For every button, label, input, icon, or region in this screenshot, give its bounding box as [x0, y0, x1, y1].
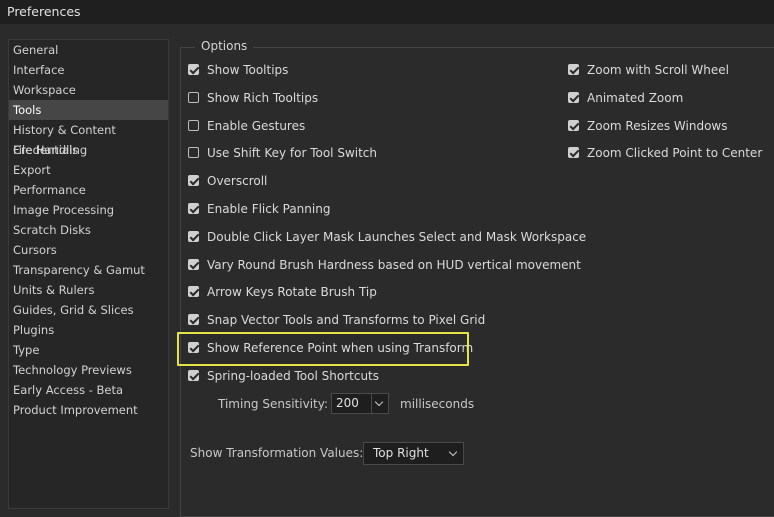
checkbox-label[interactable]: Show Rich Tooltips: [207, 89, 318, 107]
checkbox-checked-icon[interactable]: [568, 64, 579, 75]
checkbox-checked-icon[interactable]: [568, 147, 579, 159]
chevron-down-icon: [448, 447, 458, 457]
sidebar-item-file-handling[interactable]: File Handling: [9, 140, 168, 160]
checkbox-checked-icon[interactable]: [188, 203, 199, 214]
sidebar-item-cursors[interactable]: Cursors: [9, 240, 168, 260]
sidebar-item-scratch-disks[interactable]: Scratch Disks: [9, 220, 168, 240]
options-legend: Options: [195, 39, 254, 53]
transformation-values-label: Show Transformation Values:: [190, 446, 364, 460]
checkbox-checked-icon[interactable]: [188, 369, 199, 381]
sidebar-item-history-content-credentials[interactable]: History & Content Credentials: [9, 120, 168, 157]
checkbox-checked-icon[interactable]: [568, 91, 579, 103]
checkbox-checked-icon[interactable]: [188, 230, 199, 242]
timing-sensitivity-dropdown-button[interactable]: [371, 394, 388, 413]
checkbox-unchecked-icon[interactable]: [188, 91, 199, 103]
transformation-values-value: Top Right: [373, 446, 429, 460]
sidebar-item-image-processing[interactable]: Image Processing: [9, 200, 168, 220]
checkbox-label[interactable]: Zoom with Scroll Wheel: [587, 61, 729, 79]
checkbox-label[interactable]: Zoom Clicked Point to Center: [587, 144, 762, 162]
checkbox-label[interactable]: Show Tooltips: [207, 61, 288, 79]
sidebar-item-technology-previews[interactable]: Technology Previews: [9, 360, 168, 380]
timing-sensitivity-unit: milliseconds: [400, 397, 475, 411]
checkbox-label[interactable]: Vary Round Brush Hardness based on HUD v…: [207, 256, 581, 274]
checkbox-checked-icon[interactable]: [188, 175, 199, 187]
timing-sensitivity-label: Timing Sensitivity:: [218, 397, 328, 411]
preferences-sidebar: General Interface Workspace Tools History & …: [8, 39, 169, 509]
sidebar-item-guides-grid-slices[interactable]: Guides, Grid & Slices: [9, 300, 168, 320]
sidebar-item-product-improvement[interactable]: Product Improvement: [9, 400, 168, 420]
timing-sensitivity-value[interactable]: 200: [336, 396, 359, 410]
sidebar-item-transparency-gamut[interactable]: Transparency & Gamut: [9, 260, 168, 280]
checkbox-label[interactable]: Snap Vector Tools and Transforms to Pixe…: [207, 311, 485, 329]
sidebar-item-units-rulers[interactable]: Units & Rulers: [9, 280, 168, 300]
checkbox-checked-icon[interactable]: [188, 258, 199, 270]
checkbox-label[interactable]: Arrow Keys Rotate Brush Tip: [207, 283, 377, 301]
checkbox-checked-icon[interactable]: [188, 64, 199, 75]
checkbox-label[interactable]: Enable Gestures: [207, 117, 305, 135]
checkbox-label[interactable]: Double Click Layer Mask Launches Select …: [207, 228, 586, 246]
sidebar-item-interface[interactable]: Interface: [9, 60, 168, 80]
sidebar-item-export[interactable]: Export: [9, 160, 168, 180]
checkbox-label[interactable]: Animated Zoom: [587, 89, 683, 107]
sidebar-item-early-access-beta[interactable]: Early Access - Beta: [9, 380, 168, 400]
title-bar: Preferences: [0, 0, 774, 24]
sidebar-item-workspace[interactable]: Workspace: [9, 80, 168, 100]
checkbox-label[interactable]: Zoom Resizes Windows: [587, 117, 728, 135]
checkbox-checked-icon[interactable]: [188, 286, 199, 298]
checkbox-label[interactable]: Enable Flick Panning: [207, 200, 330, 218]
checkbox-checked-icon[interactable]: [568, 119, 579, 131]
timing-sensitivity-combobox[interactable]: 200: [331, 393, 389, 414]
transformation-values-select[interactable]: Top Right: [363, 442, 464, 465]
checkbox-label[interactable]: Overscroll: [207, 172, 267, 190]
chevron-down-icon: [374, 397, 384, 407]
sidebar-item-tools[interactable]: Tools: [9, 100, 168, 120]
checkbox-label[interactable]: Spring-loaded Tool Shortcuts: [207, 367, 379, 385]
checkbox-unchecked-icon[interactable]: [188, 119, 199, 131]
highlight-annotation: [177, 332, 469, 366]
checkbox-label[interactable]: Use Shift Key for Tool Switch: [207, 144, 377, 162]
checkbox-checked-icon[interactable]: [188, 314, 199, 326]
sidebar-item-performance[interactable]: Performance: [9, 180, 168, 200]
checkbox-unchecked-icon[interactable]: [188, 147, 199, 159]
sidebar-item-type[interactable]: Type: [9, 340, 168, 360]
window-title: Preferences: [7, 4, 81, 19]
sidebar-item-general[interactable]: General: [9, 40, 168, 60]
sidebar-item-plugins[interactable]: Plugins: [9, 320, 168, 340]
